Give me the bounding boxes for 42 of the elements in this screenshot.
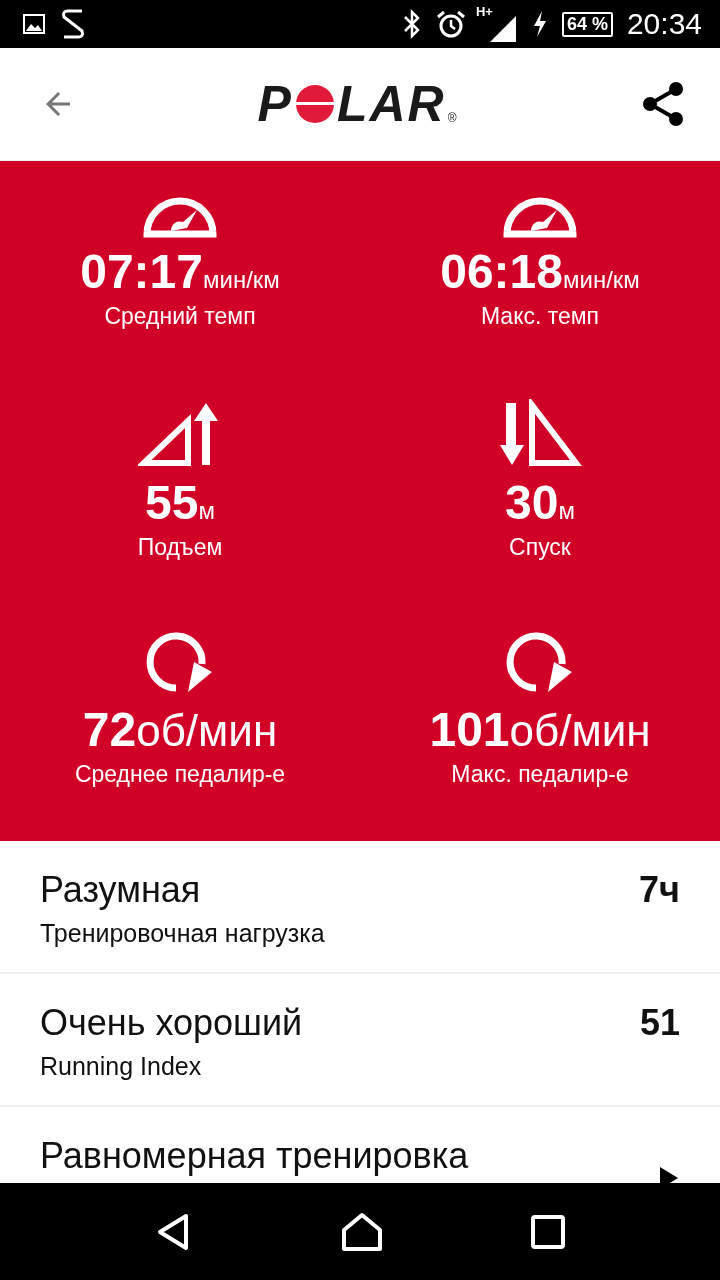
metric-unit: м: [198, 497, 215, 525]
metric-value: 07:17: [80, 244, 203, 299]
metric-label: Средний темп: [104, 303, 256, 330]
clock-time: 20:34: [626, 7, 702, 41]
metric-label: Подъем: [137, 534, 223, 561]
metric-value: 30: [505, 475, 559, 530]
row-title: Очень хороший: [40, 1002, 304, 1044]
home-icon: [341, 1211, 383, 1252]
metric-label: Среднее педалир-е: [74, 761, 286, 788]
metric-value: 72: [82, 702, 137, 757]
image-icon: [22, 12, 46, 36]
row-title: Разумная: [40, 869, 202, 911]
metric-unit: об/мин: [509, 706, 651, 756]
metric-label: Спуск: [509, 534, 571, 561]
descent-icon: [498, 399, 582, 469]
battery-level: 64 %: [561, 11, 613, 37]
metric-label: Макс. темп: [480, 303, 600, 330]
row-subtitle: Running Index: [40, 1052, 203, 1081]
metric-unit: об/мин: [136, 706, 278, 756]
list-row[interactable]: Разумная Тренировочная нагрузка 7ч: [0, 841, 720, 974]
row-value: 7ч: [639, 869, 680, 911]
logo-text: P: [257, 75, 293, 133]
charging-icon: [531, 11, 548, 37]
metric-value: 55: [145, 475, 199, 530]
square-icon: [530, 1213, 567, 1250]
metric-value: 06:18: [440, 244, 563, 299]
app-s-icon: [60, 7, 86, 41]
logo-text: LAR: [336, 75, 446, 133]
metric-value: 101: [429, 702, 510, 757]
logo-disc-icon: [294, 84, 335, 124]
row-title: Равномерная тренировка: [40, 1135, 470, 1177]
registered-mark: ®: [447, 111, 457, 125]
bluetooth-icon: [401, 9, 422, 39]
row-subtitle: Тренировочная нагрузка: [40, 919, 326, 948]
metric-unit: м: [558, 497, 575, 525]
metric-unit: мин/км: [202, 266, 280, 294]
network-type: H+: [475, 4, 493, 19]
metric-unit: мин/км: [562, 266, 640, 294]
alarm-clock-icon: [435, 9, 466, 39]
list-row[interactable]: Очень хороший Running Index 51: [0, 974, 720, 1107]
metric-label: Макс. педалир-е: [451, 761, 629, 788]
row-value: 51: [639, 1002, 680, 1044]
